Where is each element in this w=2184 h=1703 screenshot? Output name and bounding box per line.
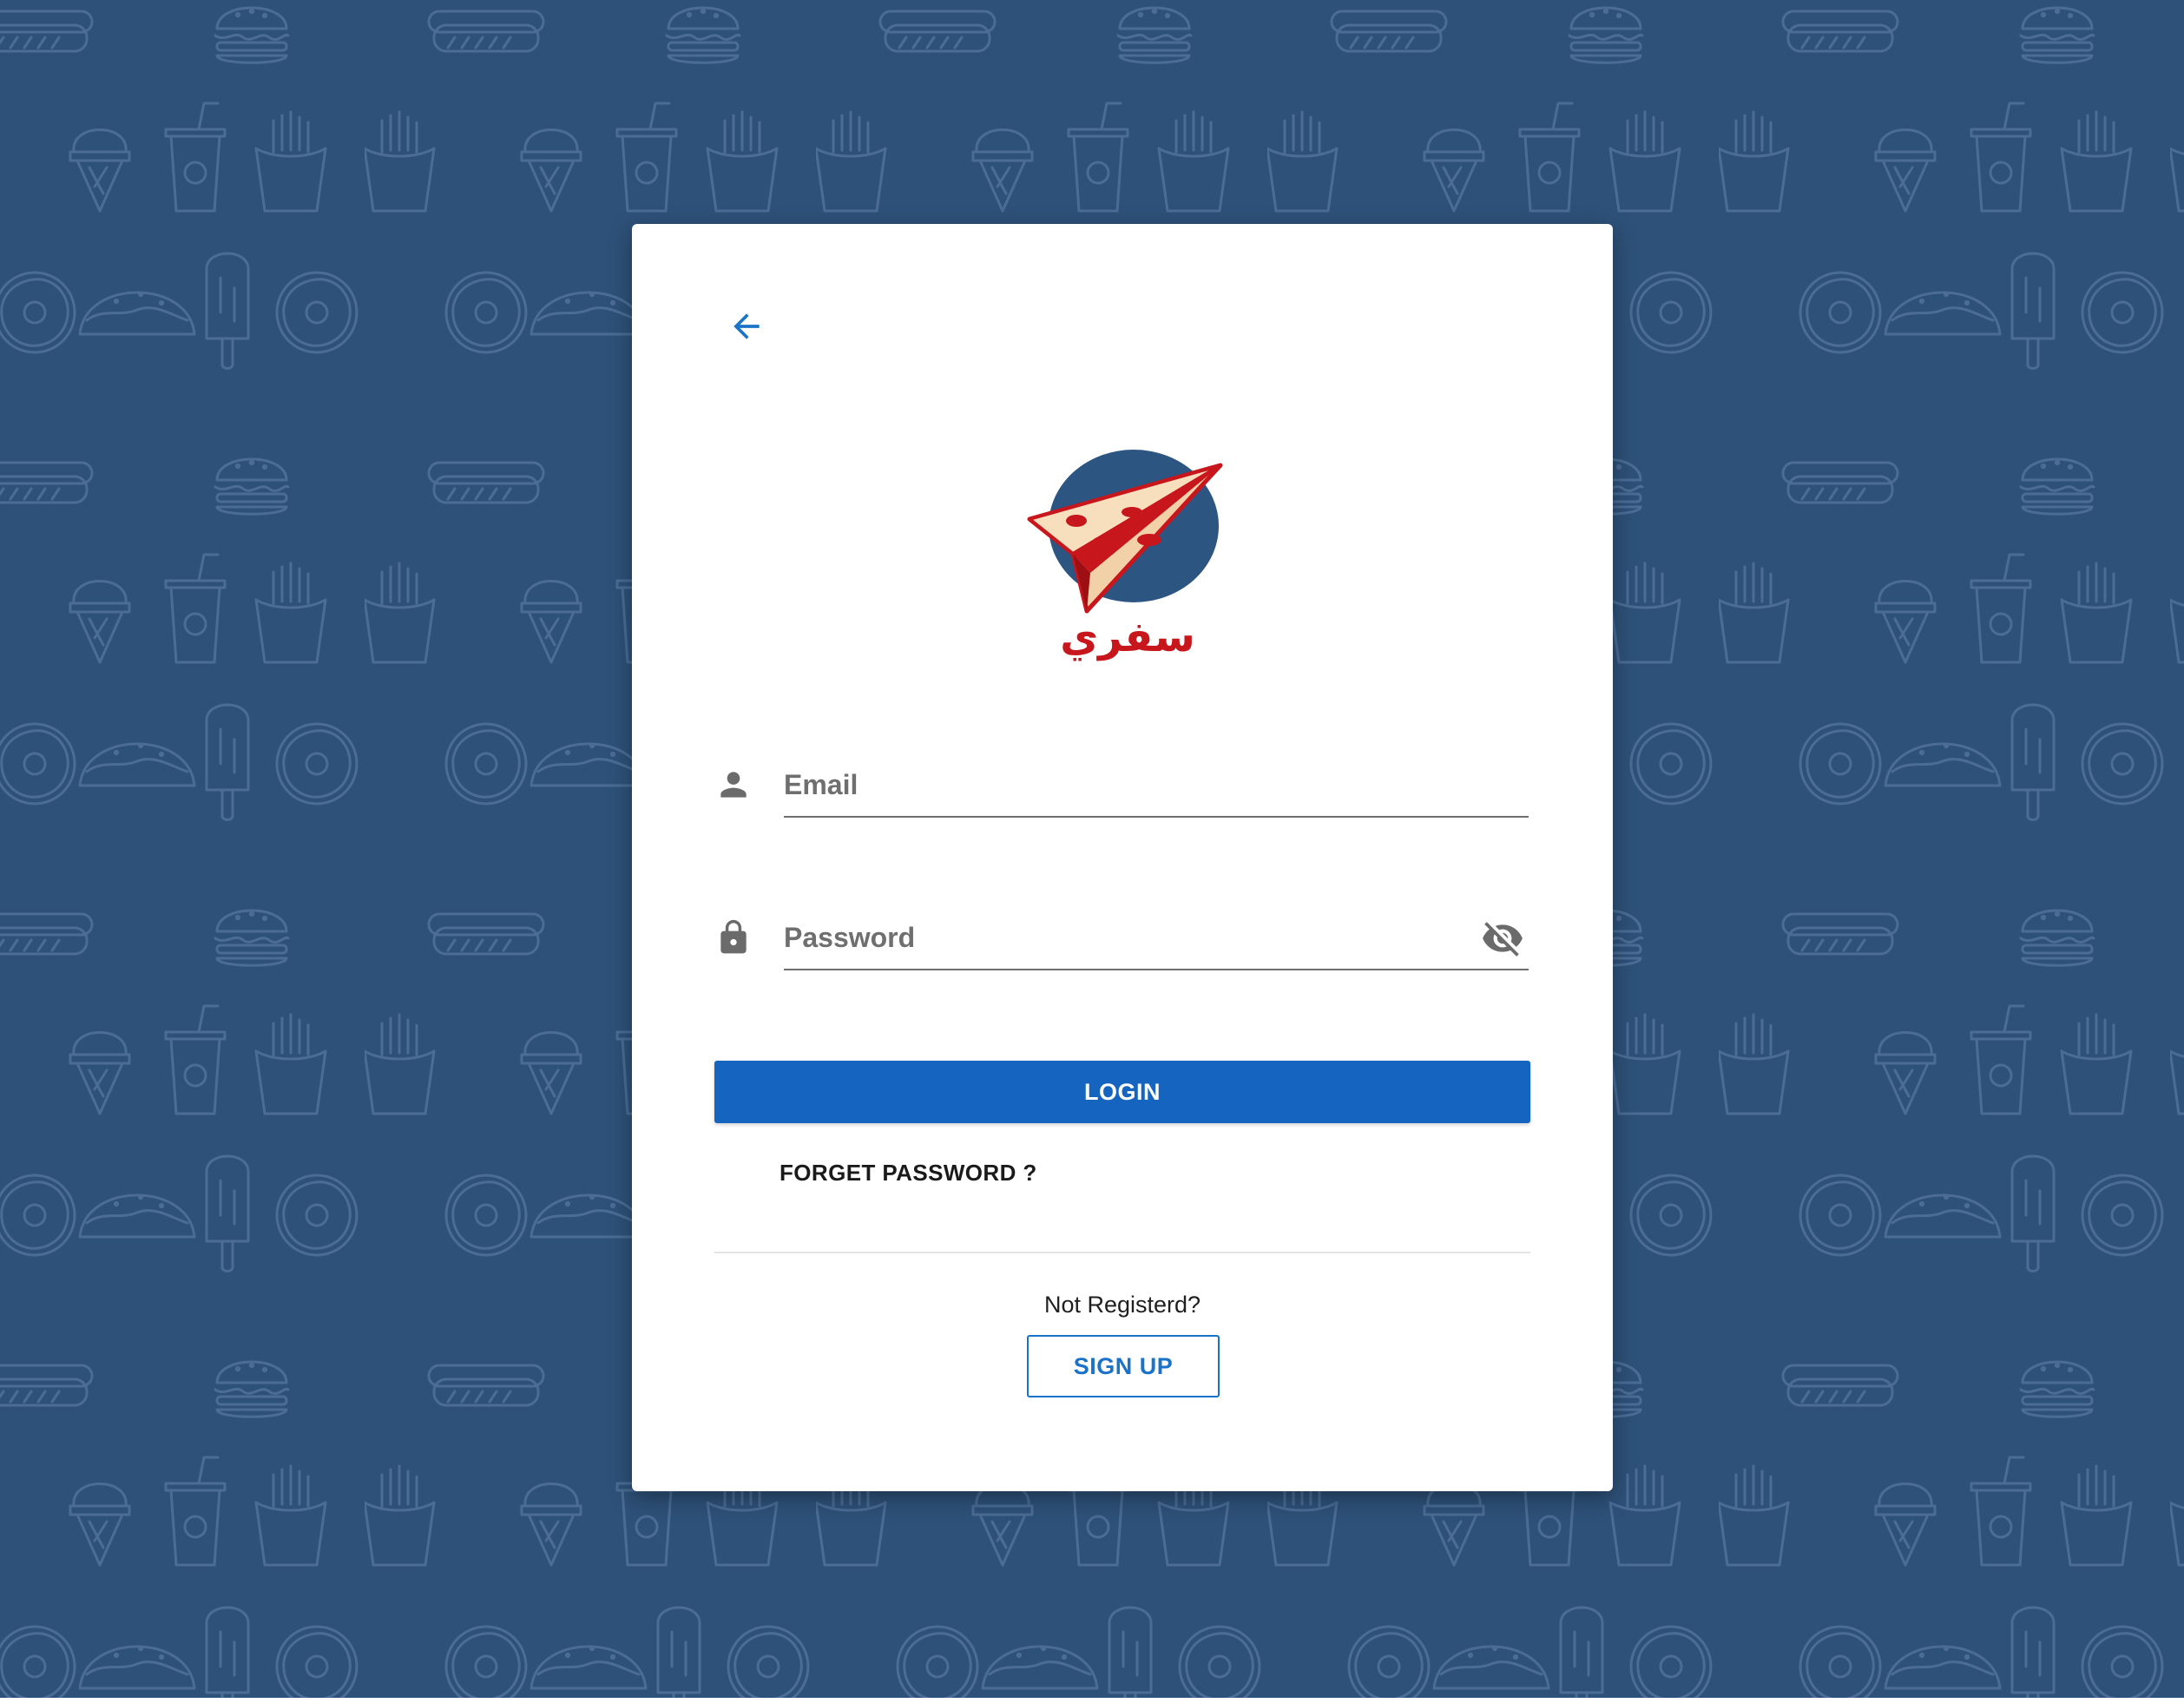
forget-password-link[interactable]: FORGET PASSWORD ? <box>780 1160 1037 1191</box>
logo-text: سفري <box>1060 613 1195 661</box>
password-field-row <box>714 906 1530 976</box>
paper-plane-pizza-logo: سفري <box>1027 450 1223 661</box>
arrow-left-icon <box>733 313 760 339</box>
email-field-row <box>714 753 1530 823</box>
email-input[interactable] <box>784 753 1529 818</box>
back-button[interactable] <box>719 299 774 354</box>
bottom-strip <box>0 1698 2184 1703</box>
eye-off-icon[interactable] <box>1480 917 1525 960</box>
person-icon <box>720 772 747 798</box>
not-registered-text: Not Registerd? <box>1043 1292 1201 1318</box>
login-button[interactable]: LOGIN <box>714 1061 1530 1123</box>
lock-icon <box>720 919 747 954</box>
divider <box>714 1252 1530 1253</box>
password-input[interactable] <box>784 906 1529 970</box>
brand-logo: سفري <box>1019 446 1236 663</box>
login-card: سفري LOGIN FORGET PASSWORD ? Not Registe… <box>632 224 1613 1491</box>
signup-button[interactable]: SIGN UP <box>1027 1335 1220 1397</box>
